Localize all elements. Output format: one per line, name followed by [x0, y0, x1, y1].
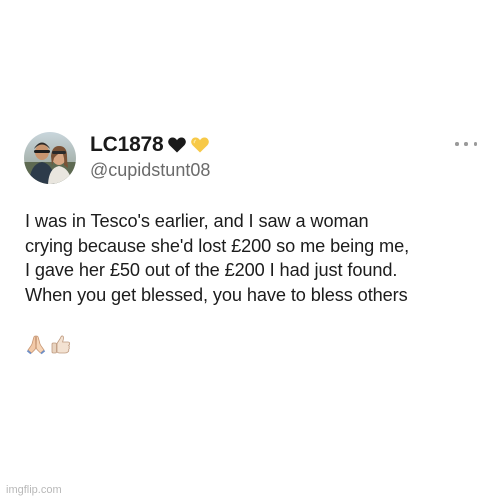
tweet-text-line: I was in Tesco's earlier, and I saw a wo… [25, 211, 369, 231]
avatar[interactable] [24, 132, 76, 184]
more-dot [464, 142, 468, 146]
thumbs-up-icon [51, 335, 71, 354]
tweet-emoji-row [25, 333, 72, 355]
more-dot [455, 142, 459, 146]
avatar-photo [24, 132, 76, 184]
tweet-text-line: crying because she'd lost £200 so me bei… [25, 235, 410, 256]
display-name[interactable]: LC1878 [90, 133, 164, 157]
tweet-text: I was in Tesco's earlier, and I saw a wo… [25, 209, 485, 307]
author-handle[interactable]: @cupidstunt08 [90, 160, 210, 181]
tweet-card: LC1878 @cupidstunt08 I was in Tesco's ea… [0, 0, 500, 500]
author-name-row: LC1878 [90, 132, 210, 158]
tweet-text-line: I gave her £50 out of the £200 I had jus… [25, 260, 398, 280]
tweet-text-line: When you get blessed, you have to bless … [25, 284, 408, 305]
more-options-icon[interactable] [455, 139, 477, 149]
more-dot [473, 142, 477, 146]
watermark: imgflip.com [6, 484, 62, 496]
black-heart-icon [167, 135, 187, 155]
yellow-heart-icon [190, 135, 210, 155]
folded-hands-icon [26, 335, 46, 355]
